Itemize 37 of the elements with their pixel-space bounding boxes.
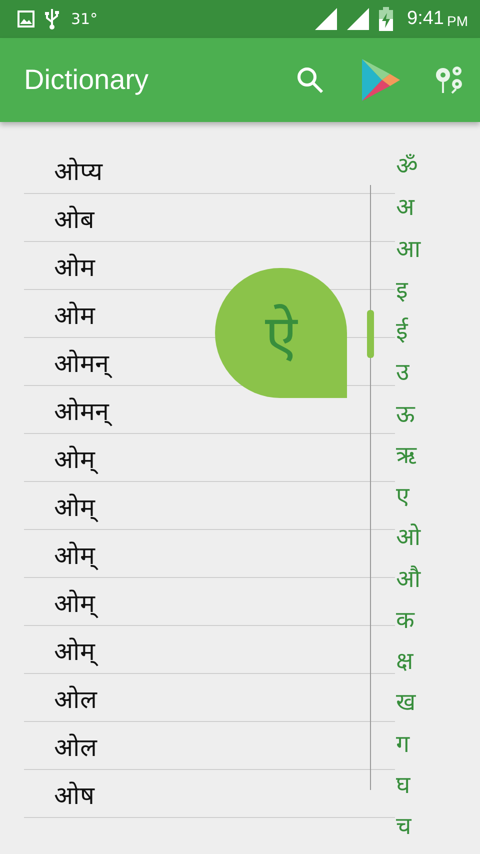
index-letter[interactable]: च xyxy=(396,806,411,848)
word-item[interactable]: ओम xyxy=(54,248,95,282)
usb-icon xyxy=(45,8,59,30)
index-letter[interactable]: अ xyxy=(396,187,414,228)
index-letter[interactable]: घ xyxy=(396,764,410,806)
index-letter[interactable]: ख xyxy=(396,682,416,724)
index-letter[interactable]: क्ष xyxy=(396,641,413,682)
ampm-text: PM xyxy=(447,12,468,29)
index-letter[interactable]: औ xyxy=(396,558,421,600)
image-icon xyxy=(17,10,35,28)
word-item[interactable]: ओष xyxy=(54,776,94,810)
index-letter[interactable]: ग xyxy=(396,724,410,765)
clock-text: 9:41 xyxy=(407,8,444,30)
battery-icon xyxy=(379,7,394,31)
signal-icon xyxy=(315,8,338,30)
index-letter[interactable]: ओ xyxy=(396,517,421,558)
search-icon[interactable] xyxy=(296,66,324,94)
word-item[interactable]: ओल xyxy=(54,680,97,714)
index-letter[interactable]: उ xyxy=(396,352,409,394)
word-item[interactable]: ओब xyxy=(54,200,94,234)
word-item[interactable]: ओल xyxy=(54,728,97,762)
index-letter[interactable]: आ xyxy=(396,228,421,270)
word-item[interactable]: ओप्य xyxy=(54,152,103,186)
index-letter[interactable]: ॐ xyxy=(396,146,418,188)
index-letter[interactable]: ऊ xyxy=(396,394,415,435)
play-store-icon[interactable] xyxy=(360,59,400,101)
index-letter[interactable]: ए xyxy=(396,476,409,518)
letter-bubble: ऐ xyxy=(215,268,347,398)
scroll-thumb[interactable] xyxy=(367,310,374,358)
word-item[interactable]: ओम xyxy=(54,296,95,330)
index-letter[interactable]: ई xyxy=(396,311,408,352)
app-title: Dictionary xyxy=(24,64,148,96)
signal-icon xyxy=(347,8,370,30)
index-letter[interactable]: ऋ xyxy=(396,434,416,476)
index-letter[interactable]: क xyxy=(396,600,414,641)
index-letter[interactable]: इ xyxy=(396,270,408,311)
temperature-text: 31° xyxy=(71,10,98,28)
